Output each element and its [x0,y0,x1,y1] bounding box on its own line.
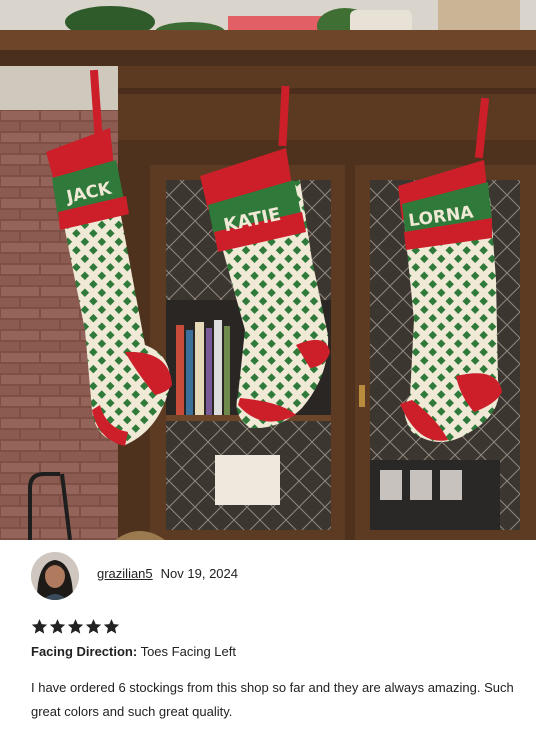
review-attribute: Facing Direction: Toes Facing Left [31,644,236,659]
review-meta: grazilian5 Nov 19, 2024 [97,566,238,581]
attribute-label: Facing Direction: [31,644,138,659]
attribute-value: Toes Facing Left [140,644,236,659]
review-photo[interactable]: JACK KATIE LORNA [0,0,536,540]
stockings-photo-image: JACK KATIE LORNA [0,0,536,540]
star-icon [67,619,84,634]
star-icon [49,619,66,634]
review-card: JACK KATIE LORNA grazilian5 Nov 19, 2024… [0,0,536,740]
star-rating [31,618,120,635]
star-icon [31,619,48,634]
avatar[interactable] [31,552,79,600]
review-text: I have ordered 6 stockings from this sho… [31,680,514,719]
reviewer-username-link[interactable]: grazilian5 [97,566,153,581]
star-icon [85,619,102,634]
star-icon [103,619,120,634]
review-section: grazilian5 Nov 19, 2024 Facing Direction:… [0,540,536,740]
avatar-image [31,552,79,600]
review-date: Nov 19, 2024 [160,566,238,581]
